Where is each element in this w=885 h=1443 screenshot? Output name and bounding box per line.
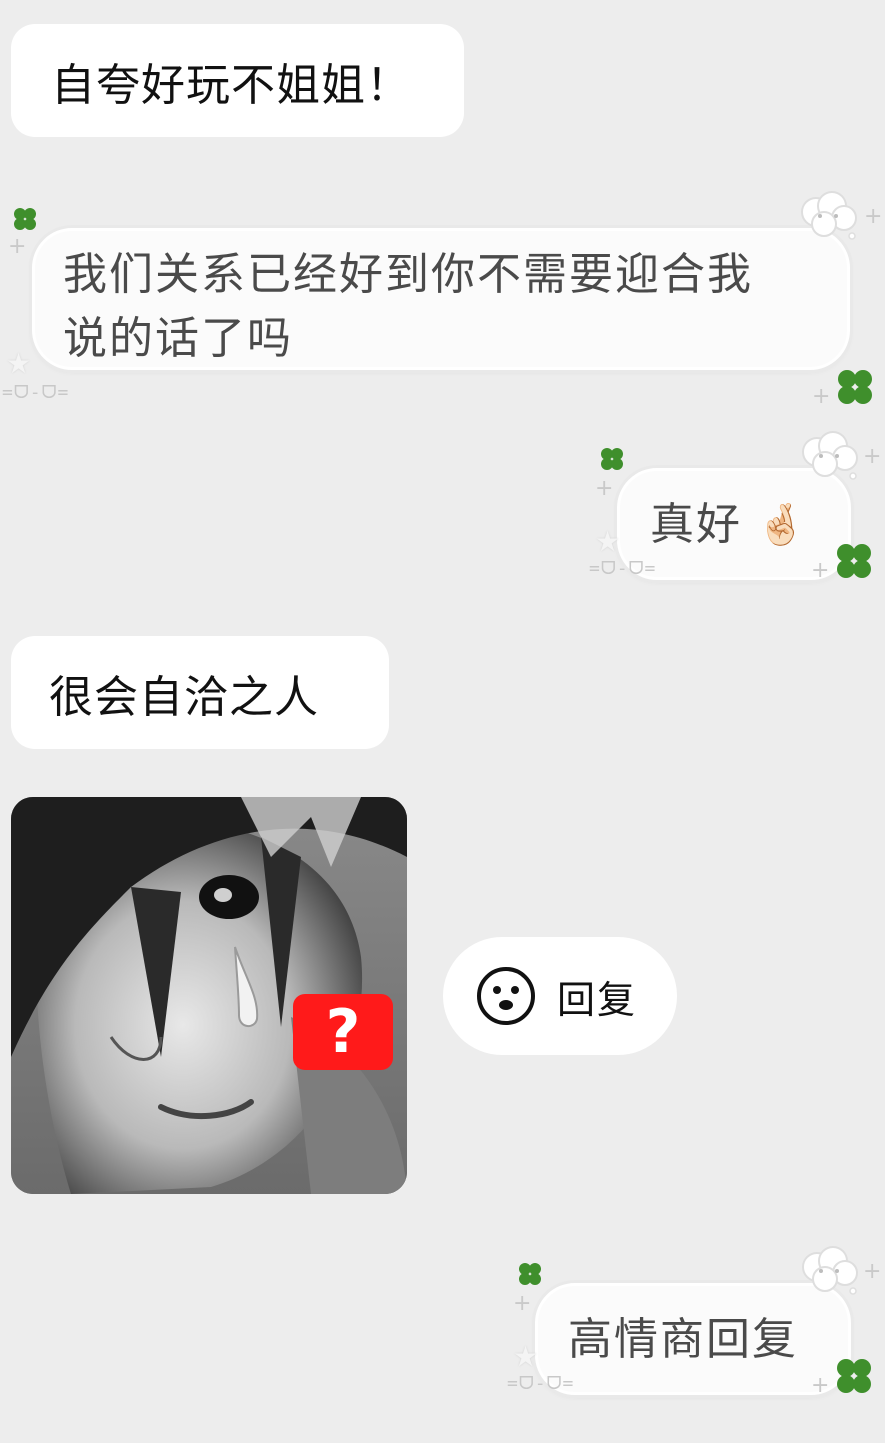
face-decoration: =ᗜ-ᗜ= — [507, 1373, 575, 1394]
reply-label: 回复 — [557, 977, 638, 1022]
clover-icon — [837, 544, 871, 578]
message-bubble-incoming[interactable]: 自夸好玩不姐姐！ — [11, 24, 464, 137]
plus-sparkle-icon: + — [863, 1259, 882, 1284]
message-bubble-incoming[interactable]: 很会自洽之人 — [11, 636, 389, 749]
message-text: 真好 — [650, 499, 742, 550]
plus-sparkle-icon: + — [811, 558, 830, 583]
message-bubble-outgoing[interactable]: 我们关系已经好到你不需要迎合我 说的话了吗 + + ★ =ᗜ-ᗜ= + — [0, 190, 885, 410]
clover-icon — [14, 208, 36, 230]
plus-sparkle-icon: + — [863, 444, 882, 469]
plus-sparkle-icon: + — [812, 384, 831, 409]
crossed-fingers-emoji: 🤞🏻 — [756, 502, 808, 548]
message-bubble-body: 高情商回复 — [535, 1283, 851, 1395]
clover-icon — [837, 1359, 871, 1393]
plus-sparkle-icon: + — [8, 234, 27, 259]
message-text: 很会自洽之人 — [49, 671, 319, 723]
star-icon: ★ — [6, 347, 32, 380]
message-bubble-body: 我们关系已经好到你不需要迎合我 说的话了吗 — [32, 228, 850, 370]
message-text: 自夸好玩不姐姐！ — [51, 59, 411, 111]
image-message[interactable]: ? — [11, 797, 407, 1194]
face-decoration: =ᗜ-ᗜ= — [2, 382, 70, 403]
message-bubble-outgoing[interactable]: 高情商回复 + + ★ =ᗜ-ᗜ= + — [505, 1245, 885, 1405]
clover-icon — [519, 1263, 541, 1285]
smiley-face-icon — [477, 967, 535, 1025]
question-badge: ? — [293, 994, 393, 1070]
star-icon: ★ — [595, 525, 621, 558]
face-decoration: =ᗜ-ᗜ= — [589, 558, 657, 579]
message-text-line-1: 我们关系已经好到你不需要迎合我 — [63, 249, 753, 300]
star-icon: ★ — [513, 1340, 539, 1373]
reply-button[interactable]: 回复 — [443, 937, 677, 1055]
cloud-icon — [802, 431, 858, 480]
message-text: 高情商回复 — [568, 1314, 798, 1365]
plus-sparkle-icon: + — [811, 1373, 830, 1398]
cloud-icon — [802, 1246, 858, 1295]
clover-icon — [838, 370, 872, 404]
question-mark: ? — [325, 997, 361, 1067]
chat-area: 自夸好玩不姐姐！ 我们关系已经好到你不需要迎合我 说的话了吗 + + ★ =ᗜ-… — [0, 0, 885, 1443]
message-bubble-outgoing[interactable]: 真好 🤞🏻 + + ★ =ᗜ-ᗜ= + — [585, 430, 885, 590]
plus-sparkle-icon: + — [595, 476, 614, 501]
plus-sparkle-icon: + — [513, 1291, 532, 1316]
cloud-icon — [801, 191, 857, 240]
plus-sparkle-icon: + — [864, 204, 883, 229]
message-text-line-2: 说的话了吗 — [63, 313, 293, 364]
clover-icon — [601, 448, 623, 470]
